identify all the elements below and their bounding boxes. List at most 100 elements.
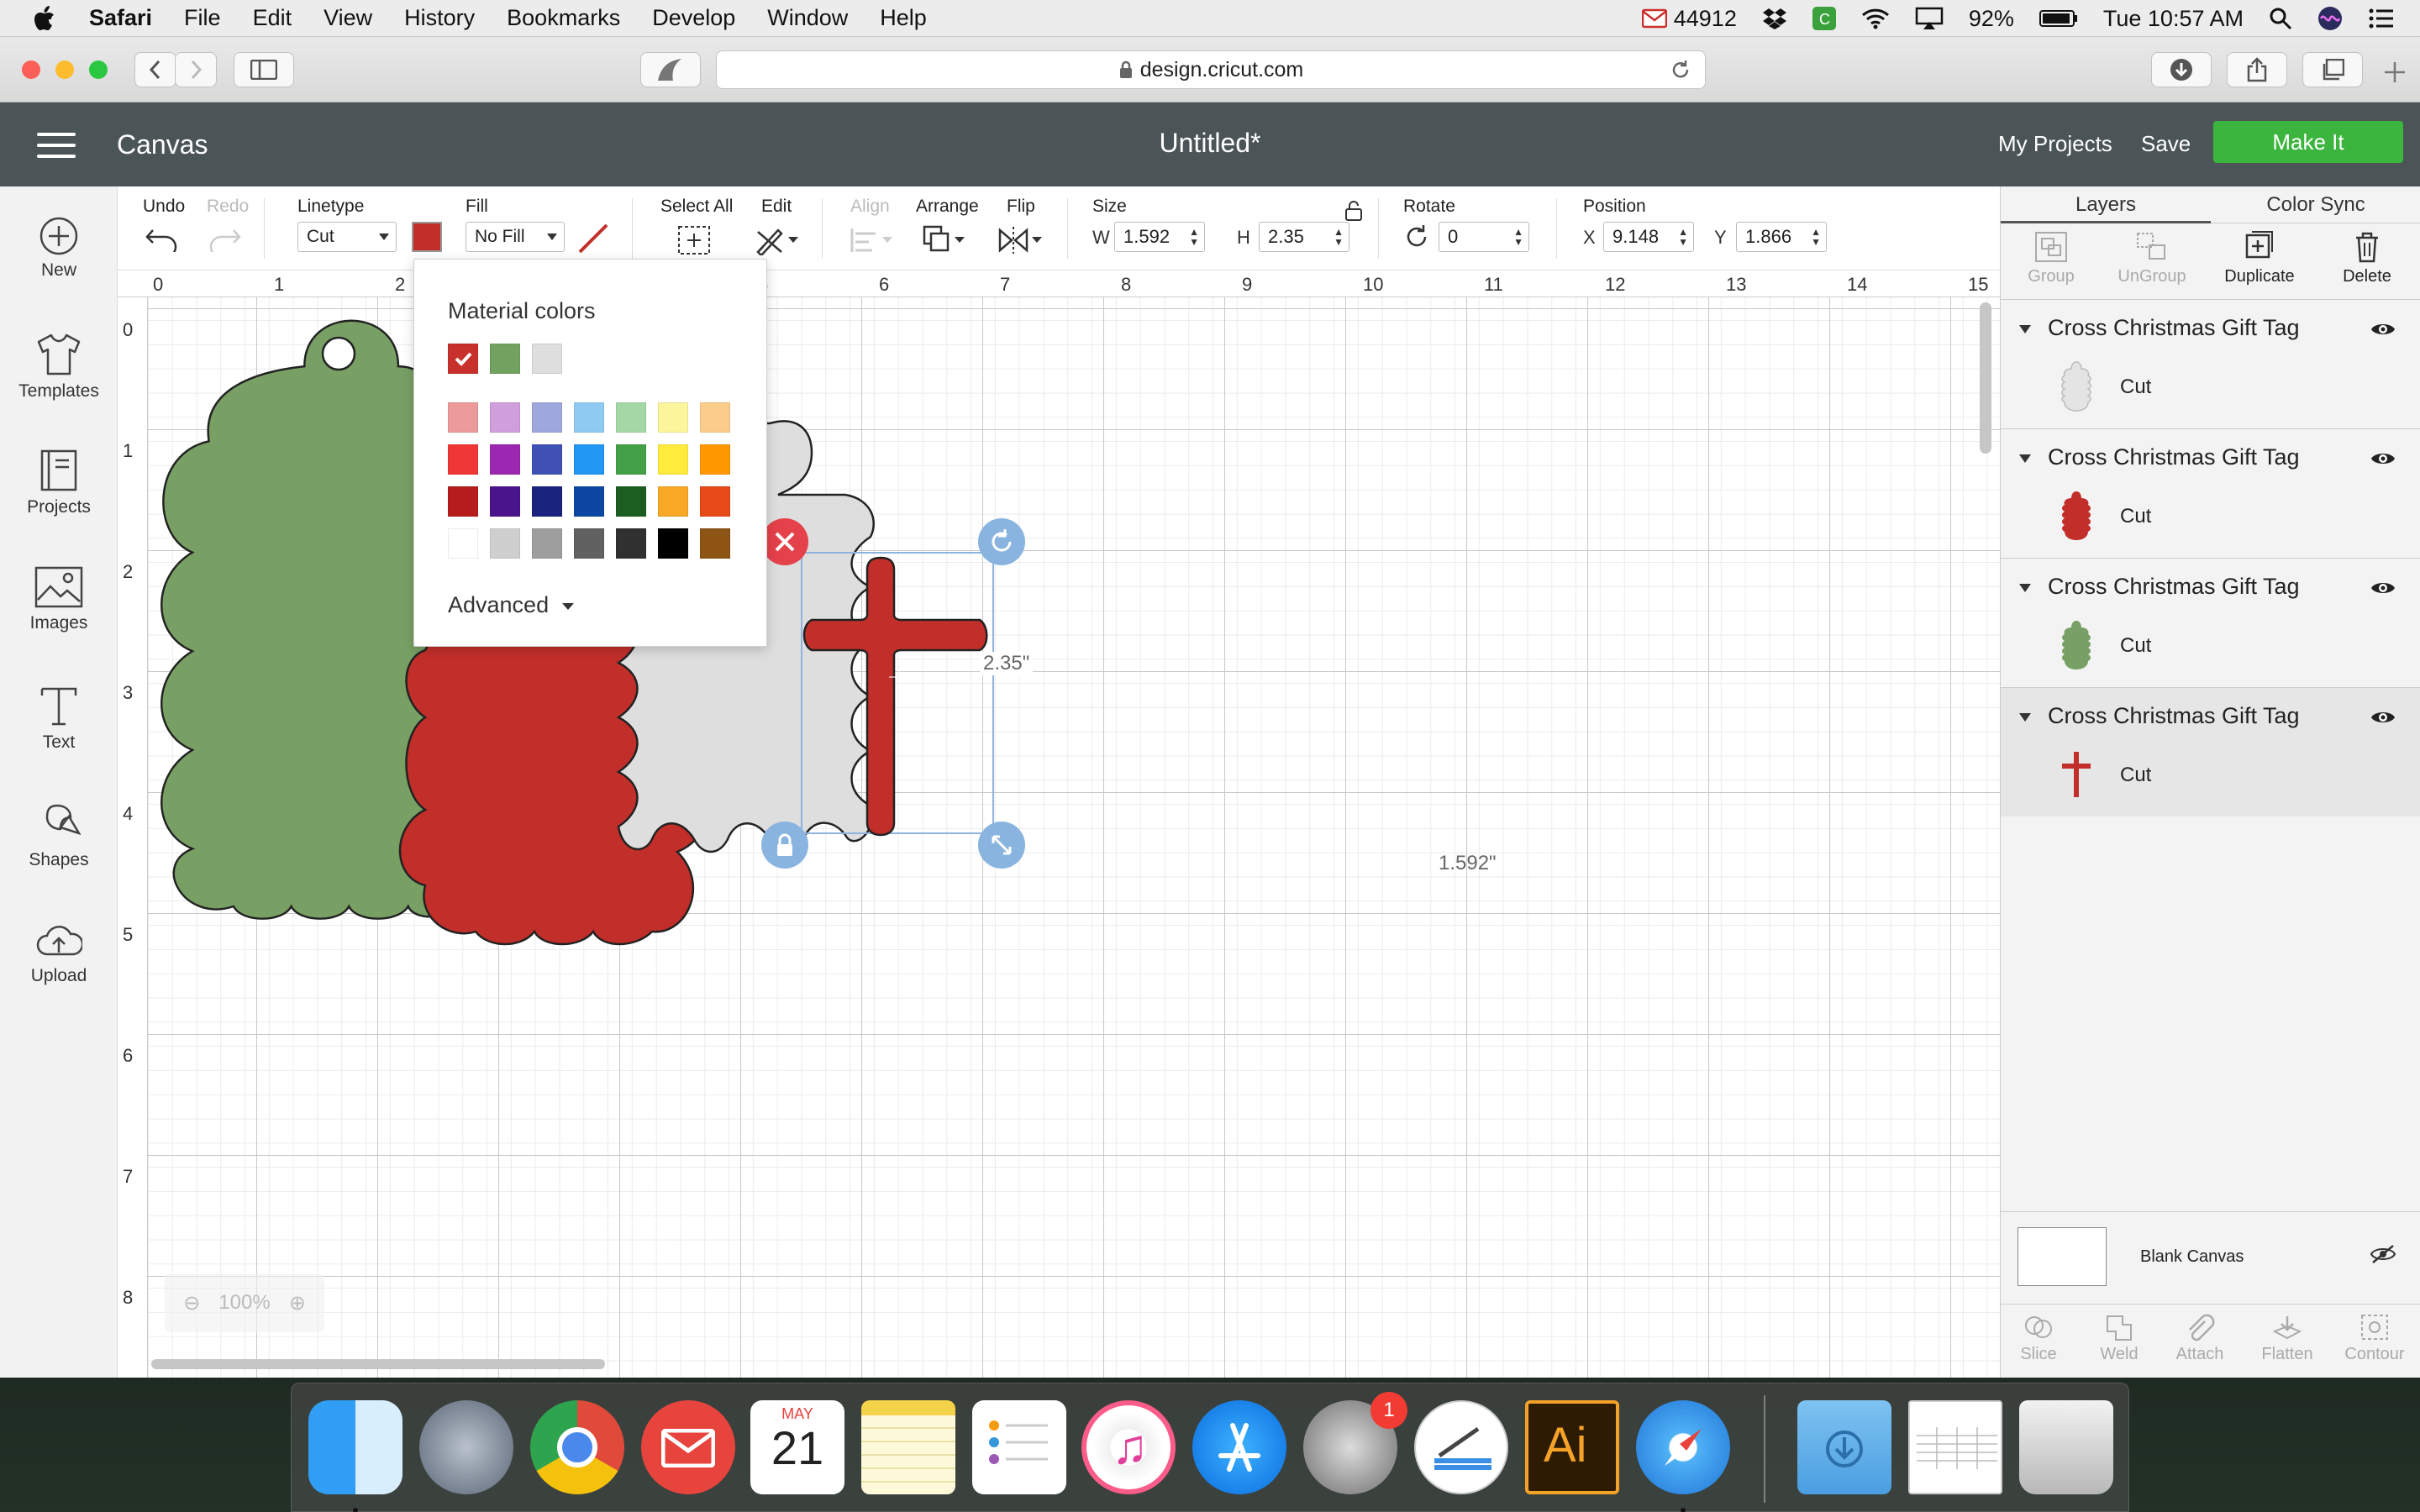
contour-button[interactable]: Contour — [2337, 1313, 2412, 1364]
sidebar-toggle-button[interactable] — [234, 52, 294, 87]
visibility-eye-icon[interactable] — [2370, 449, 2396, 468]
layer-group-red-cross[interactable]: Cross Christmas Gift Tag Cut — [2001, 687, 2420, 816]
my-projects-link[interactable]: My Projects — [1998, 131, 2112, 157]
x-position-input[interactable]: 9.148 ▲ ▼ — [1603, 222, 1694, 252]
clock[interactable]: Tue 10:57 AM — [2103, 6, 2244, 32]
redo-icon[interactable] — [207, 227, 242, 252]
palette-color-swatch[interactable] — [658, 402, 688, 433]
cricut-design-space-icon[interactable] — [1414, 1400, 1508, 1494]
palette-color-swatch[interactable] — [574, 486, 604, 517]
dropbox-icon[interactable] — [1762, 7, 1787, 30]
apple-logo-icon[interactable] — [34, 5, 55, 31]
collapse-triangle-icon[interactable] — [2019, 584, 2031, 592]
width-input[interactable]: 1.592 ▲ ▼ — [1114, 222, 1205, 252]
y-position-input[interactable]: 1.866 ▲ ▼ — [1736, 222, 1827, 252]
projects-button[interactable]: Projects — [0, 449, 118, 517]
menu-help[interactable]: Help — [880, 5, 927, 31]
cricut-access-icon[interactable]: C — [1812, 7, 1836, 30]
itunes-icon[interactable]: ♫ — [1081, 1400, 1176, 1494]
hidden-eye-icon[interactable] — [2370, 1244, 2396, 1264]
palette-color-swatch[interactable] — [490, 444, 520, 475]
ungroup-button[interactable]: UnGroup — [2102, 230, 2202, 286]
save-button[interactable]: Save — [2141, 131, 2191, 157]
duplicate-button[interactable]: Duplicate — [2209, 230, 2310, 286]
material-color-swatch[interactable] — [490, 344, 520, 374]
palette-color-swatch[interactable] — [574, 402, 604, 433]
make-it-button[interactable]: Make It — [2213, 121, 2403, 163]
advanced-dropdown[interactable]: Advanced — [448, 592, 576, 618]
cricut-favicon-button[interactable] — [640, 52, 701, 87]
height-input[interactable]: 2.35 ▲ ▼ — [1259, 222, 1349, 252]
address-bar[interactable]: design.cricut.com — [716, 50, 1706, 89]
palette-color-swatch[interactable] — [532, 402, 562, 433]
palette-color-swatch[interactable] — [532, 444, 562, 475]
calendar-icon[interactable]: MAY 21 — [750, 1400, 844, 1494]
collapse-triangle-icon[interactable] — [2019, 713, 2031, 722]
window-close-button[interactable] — [22, 60, 40, 79]
share-button[interactable] — [2227, 52, 2287, 87]
blank-canvas-swatch[interactable] — [2018, 1227, 2107, 1286]
tab-layers[interactable]: Layers — [2001, 193, 2211, 223]
palette-color-swatch[interactable] — [490, 486, 520, 517]
palette-color-swatch[interactable] — [448, 402, 478, 433]
downloads-folder-icon[interactable] — [1797, 1400, 1891, 1494]
upload-button[interactable]: Upload — [0, 922, 118, 986]
blank-canvas-layer[interactable]: Blank Canvas — [2001, 1211, 2420, 1295]
horizontal-scrollbar[interactable] — [151, 1359, 605, 1369]
tab-color-sync[interactable]: Color Sync — [2211, 193, 2420, 217]
screenshot-stack-icon[interactable] — [1908, 1400, 2002, 1494]
notification-center-icon[interactable] — [2368, 8, 2395, 29]
delete-handle[interactable] — [761, 518, 808, 565]
window-zoom-button[interactable] — [89, 60, 108, 79]
layer-group-red-tag[interactable]: Cross Christmas Gift Tag Cut — [2001, 428, 2420, 558]
layer-group-green-tag[interactable]: Cross Christmas Gift Tag Cut — [2001, 558, 2420, 687]
palette-color-swatch[interactable] — [658, 528, 688, 559]
slice-button[interactable]: Slice — [2001, 1313, 2076, 1364]
menu-view[interactable]: View — [324, 5, 372, 31]
zoom-in-icon[interactable]: ⊕ — [289, 1291, 306, 1315]
menu-file[interactable]: File — [184, 5, 221, 31]
shapes-button[interactable]: Shapes — [0, 803, 118, 870]
finder-icon[interactable] — [308, 1400, 402, 1494]
rotate-handle[interactable] — [978, 518, 1025, 565]
rotate-input[interactable]: 0 ▲ ▼ — [1439, 222, 1529, 252]
visibility-eye-icon[interactable] — [2370, 708, 2396, 727]
lock-handle[interactable] — [761, 822, 808, 869]
arrange-icon[interactable] — [923, 225, 970, 255]
back-button[interactable] — [134, 52, 176, 87]
palette-color-swatch[interactable] — [532, 486, 562, 517]
new-project-button[interactable]: New — [0, 217, 118, 281]
undo-icon[interactable] — [145, 227, 180, 252]
menu-develop[interactable]: Develop — [652, 5, 735, 31]
hamburger-menu-icon[interactable] — [37, 133, 76, 158]
palette-color-swatch[interactable] — [616, 486, 646, 517]
palette-color-swatch[interactable] — [532, 528, 562, 559]
launchpad-icon[interactable] — [419, 1400, 513, 1494]
palette-color-swatch[interactable] — [616, 444, 646, 475]
illustrator-icon[interactable]: Ai — [1525, 1400, 1619, 1494]
edit-tools-icon[interactable] — [755, 225, 802, 255]
battery-icon[interactable] — [2039, 9, 2078, 28]
palette-color-swatch[interactable] — [700, 528, 730, 559]
palette-color-swatch[interactable] — [700, 402, 730, 433]
palette-color-swatch[interactable] — [574, 444, 604, 475]
collapse-triangle-icon[interactable] — [2019, 454, 2031, 463]
downloads-button[interactable] — [2151, 52, 2212, 87]
palette-color-swatch[interactable] — [490, 528, 520, 559]
align-icon[interactable] — [849, 225, 896, 255]
fill-select[interactable]: No Fill — [466, 222, 565, 252]
window-minimize-button[interactable] — [55, 60, 74, 79]
reminders-icon[interactable] — [972, 1400, 1066, 1494]
attach-button[interactable]: Attach — [2162, 1313, 2238, 1364]
layer-group-grey-tag[interactable]: Cross Christmas Gift Tag Cut — [2001, 299, 2420, 428]
resize-handle[interactable] — [978, 822, 1025, 869]
design-canvas[interactable]: 0123456789101112131415 012345678 — [118, 270, 2000, 1378]
material-color-swatch-selected[interactable] — [448, 344, 478, 374]
group-button[interactable]: Group — [2001, 230, 2102, 286]
wifi-icon[interactable] — [1861, 8, 1890, 29]
linetype-select[interactable]: Cut — [297, 222, 397, 252]
forward-button[interactable] — [175, 52, 217, 87]
system-preferences-icon[interactable]: 1 — [1303, 1392, 1407, 1494]
notes-icon[interactable] — [861, 1400, 955, 1494]
palette-color-swatch[interactable] — [658, 444, 688, 475]
